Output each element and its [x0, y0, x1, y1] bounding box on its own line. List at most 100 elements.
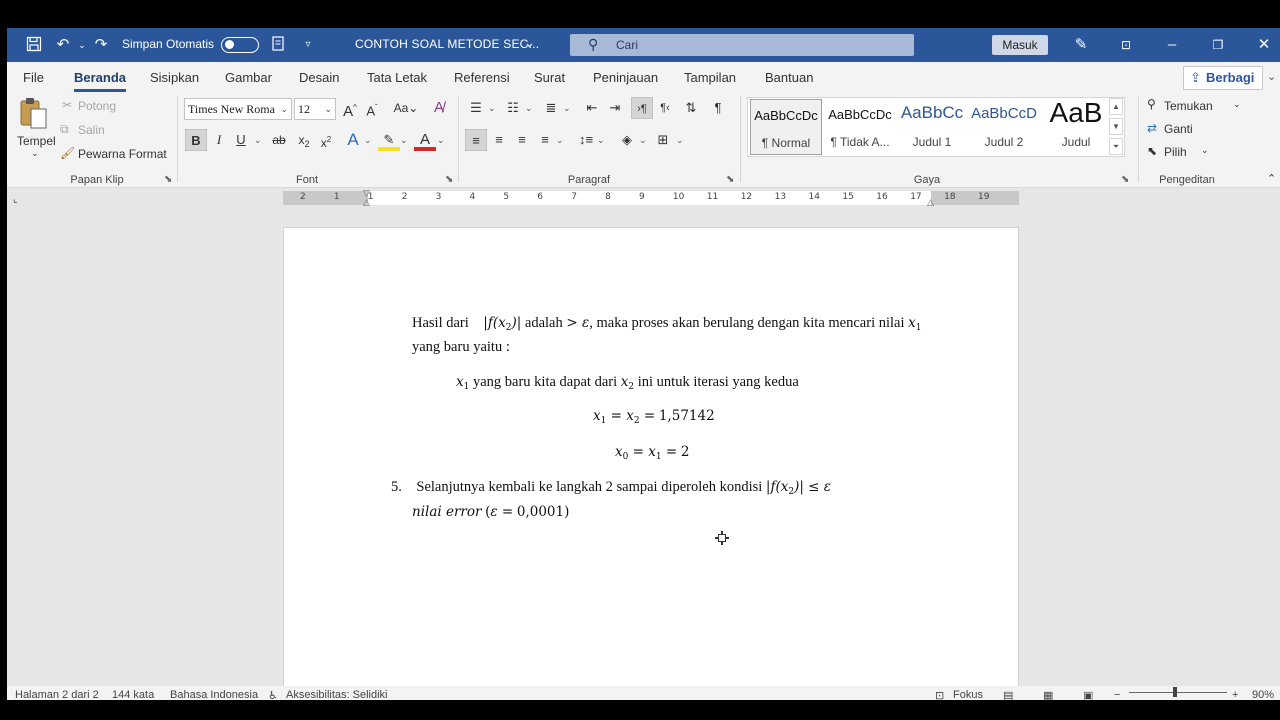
- find-button[interactable]: Temukan: [1164, 99, 1213, 113]
- ribbon-display-options-icon[interactable]: ⊡: [1117, 36, 1135, 54]
- hanging-indent-marker[interactable]: △: [363, 197, 370, 208]
- cut-button[interactable]: Potong: [78, 99, 116, 113]
- document-title[interactable]: CONTOH SOAL METODE SEC...: [355, 37, 539, 51]
- tab-referensi[interactable]: Referensi: [454, 70, 510, 85]
- chevron-down-icon[interactable]: ⌄: [676, 135, 684, 146]
- chevron-down-icon[interactable]: ⌄: [437, 135, 445, 146]
- minimize-icon[interactable]: –: [1163, 36, 1181, 54]
- rtl-direction-icon[interactable]: ¶‹: [654, 97, 676, 119]
- tab-selector-icon[interactable]: ⌞: [13, 194, 18, 205]
- chevron-down-icon[interactable]: ⌄: [1201, 145, 1209, 156]
- paste-icon[interactable]: [18, 96, 48, 133]
- align-center-icon[interactable]: ≡: [488, 129, 510, 151]
- zoom-out-icon[interactable]: −: [1114, 689, 1120, 700]
- find-icon[interactable]: ⚲: [1147, 97, 1156, 111]
- copy-button[interactable]: Salin: [78, 123, 105, 137]
- zoom-slider-thumb[interactable]: [1173, 687, 1177, 697]
- zoom-in-icon[interactable]: +: [1232, 689, 1238, 700]
- paragraph-launcher-icon[interactable]: ⬊: [726, 174, 734, 185]
- undo-icon[interactable]: ↶: [54, 36, 72, 54]
- text-effects-icon[interactable]: A: [342, 129, 364, 151]
- right-indent-marker[interactable]: △: [927, 197, 934, 208]
- search-box[interactable]: ⚲: [570, 34, 914, 56]
- tab-file[interactable]: File: [23, 70, 44, 85]
- tab-surat[interactable]: Surat: [534, 70, 565, 85]
- multilevel-list-icon[interactable]: ≣: [540, 97, 562, 119]
- accessibility-icon[interactable]: ♿: [268, 689, 278, 700]
- chevron-down-icon[interactable]: ⌄: [364, 135, 372, 146]
- style-title[interactable]: AaB Judul: [1040, 97, 1112, 155]
- pen-icon[interactable]: ✎: [1072, 36, 1090, 54]
- italic-button[interactable]: I: [208, 129, 230, 151]
- show-formatting-icon[interactable]: ¶: [707, 97, 729, 119]
- highlight-icon[interactable]: ✎: [378, 129, 400, 151]
- customize-toolbar-icon[interactable]: ▿: [299, 36, 317, 54]
- numbering-icon[interactable]: ☷: [502, 97, 524, 119]
- copy-icon[interactable]: ⧉: [60, 122, 69, 137]
- focus-button[interactable]: Fokus: [953, 689, 983, 700]
- undo-dropdown-icon[interactable]: ⌄: [73, 36, 91, 54]
- justify-icon[interactable]: ≡: [534, 129, 556, 151]
- document-page[interactable]: Hasil dari |f(x2)| adalah > ε, maka pros…: [283, 227, 1019, 697]
- focus-icon[interactable]: ⊡: [935, 689, 944, 700]
- styles-scroll-down-icon[interactable]: ▼: [1109, 118, 1123, 135]
- paste-dropdown-icon[interactable]: ⌄: [31, 148, 39, 159]
- style-heading-2[interactable]: AaBbCcD Judul 2: [968, 99, 1040, 155]
- line-spacing-icon[interactable]: ↕≡: [575, 129, 597, 151]
- language-indicator[interactable]: Bahasa Indonesia: [170, 689, 258, 700]
- select-button[interactable]: Pilih: [1164, 145, 1187, 159]
- tab-peninjauan[interactable]: Peninjauan: [593, 70, 658, 85]
- select-icon[interactable]: ⬉: [1147, 144, 1157, 158]
- underline-button[interactable]: U: [230, 129, 252, 151]
- subscript-button[interactable]: x2: [293, 129, 315, 151]
- align-right-icon[interactable]: ≡: [511, 129, 533, 151]
- clear-formatting-icon[interactable]: A̸: [428, 97, 450, 119]
- shrink-font-icon[interactable]: Aˇ: [361, 97, 383, 119]
- ribbon-expand-icon[interactable]: ⌄: [1267, 70, 1276, 83]
- tab-desain[interactable]: Desain: [299, 70, 339, 85]
- bullets-icon[interactable]: ☰: [465, 97, 487, 119]
- style-heading-1[interactable]: AaBbCc Judul 1: [896, 99, 968, 155]
- tab-bantuan[interactable]: Bantuan: [765, 70, 813, 85]
- autosave-toggle[interactable]: [221, 37, 259, 53]
- superscript-button[interactable]: x2: [315, 129, 337, 151]
- change-case-icon[interactable]: Aa⌄: [391, 97, 421, 119]
- paste-button[interactable]: Tempel: [17, 134, 56, 148]
- chevron-down-icon[interactable]: ⌄: [563, 103, 571, 114]
- format-painter-icon[interactable]: 🖌: [60, 146, 75, 160]
- cut-icon[interactable]: ✂: [62, 98, 72, 112]
- close-icon[interactable]: ✕: [1255, 36, 1273, 54]
- print-layout-icon[interactable]: [270, 36, 288, 54]
- styles-scroll-up-icon[interactable]: ▲: [1109, 98, 1123, 115]
- font-name-combo[interactable]: Times New Roma ⌄: [184, 98, 292, 120]
- page-indicator[interactable]: Halaman 2 dari 2: [15, 689, 99, 700]
- grow-font-icon[interactable]: A^: [339, 97, 361, 120]
- redo-icon[interactable]: ↷: [92, 36, 110, 54]
- chevron-down-icon[interactable]: ⌄: [254, 135, 262, 146]
- ltr-direction-icon[interactable]: ›¶: [631, 97, 653, 119]
- collapse-ribbon-icon[interactable]: ⌃: [1267, 172, 1276, 185]
- word-count[interactable]: 144 kata: [112, 689, 154, 700]
- search-input[interactable]: [616, 36, 896, 54]
- replace-icon[interactable]: ⇄: [1147, 121, 1157, 135]
- zoom-slider[interactable]: [1129, 692, 1227, 693]
- replace-button[interactable]: Ganti: [1164, 122, 1193, 136]
- sort-icon[interactable]: ⇅: [680, 97, 702, 119]
- bold-button[interactable]: B: [185, 129, 207, 151]
- style-normal[interactable]: AaBbCcDc ¶ Normal: [750, 99, 822, 155]
- tab-tampilan[interactable]: Tampilan: [684, 70, 736, 85]
- shading-icon[interactable]: ◈: [616, 129, 638, 151]
- share-button[interactable]: ⇪ Berbagi: [1183, 66, 1263, 90]
- borders-icon[interactable]: ⊞: [652, 129, 674, 151]
- chevron-down-icon[interactable]: ⌄: [524, 35, 535, 51]
- format-painter-button[interactable]: Pewarna Format: [78, 147, 167, 161]
- chevron-down-icon[interactable]: ⌄: [525, 103, 533, 114]
- clipboard-launcher-icon[interactable]: ⬊: [164, 174, 172, 185]
- align-left-icon[interactable]: ≡: [465, 129, 487, 151]
- chevron-down-icon[interactable]: ⌄: [488, 103, 496, 114]
- chevron-down-icon[interactable]: ⌄: [639, 135, 647, 146]
- read-mode-icon[interactable]: ▤: [1003, 689, 1013, 700]
- font-size-combo[interactable]: 12 ⌄: [294, 98, 336, 120]
- horizontal-ruler[interactable]: 2 1 1 2 3 4 5 6 7 8 9 10 11 12 13 14 15 16 17 18 19 ▽ △ △: [283, 188, 1019, 208]
- styles-launcher-icon[interactable]: ⬊: [1121, 174, 1129, 185]
